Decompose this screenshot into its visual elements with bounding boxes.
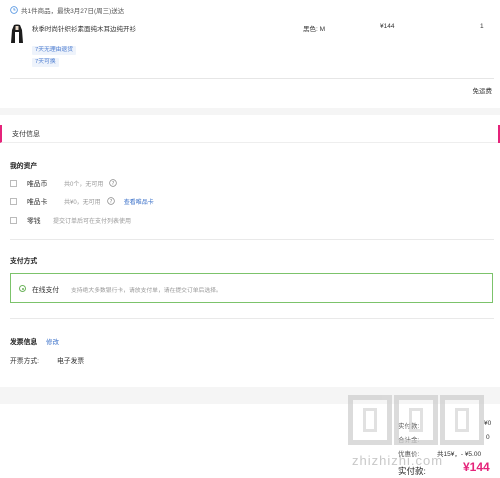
payment-option-desc: 支持绝大多数银行卡，请放支付单，请在提交订单后选择。 (71, 288, 222, 294)
product-thumbnail[interactable] (10, 24, 24, 44)
product-name[interactable]: 秋季时尚针织衫素面纯木耳边纯开衫 (32, 23, 136, 33)
delivery-text: 共1件商品，最快3月27日(周三)送达 (21, 8, 125, 15)
vipcoin-checkbox[interactable] (10, 179, 17, 187)
vipcard-checkbox[interactable] (10, 197, 17, 205)
asset-hint: 共0个，无可用 (64, 181, 104, 188)
product-price: ¥144 (380, 23, 395, 30)
divider (10, 318, 494, 319)
help-icon[interactable]: ? (109, 179, 118, 187)
return-policy-tag: 7天无理由退货 (32, 46, 77, 55)
asset-row-change: 零钱 提交订单后可在支付列表使用 (10, 215, 131, 225)
payment-header: 支付信息 (0, 125, 500, 143)
payment-title: 支付信息 (12, 131, 40, 138)
asset-name: 唯品卡 (27, 199, 48, 206)
total-amount: ¥144 (463, 460, 490, 474)
payment-option-online[interactable]: 在线支付 支持绝大多数银行卡，请放支付单，请在提交订单后选择。 (10, 273, 493, 303)
divider (10, 239, 494, 240)
delivery-info: 共1件商品，最快3月27日(周三)送达 (10, 5, 124, 15)
asset-hint: 提交订单后可在支付列表使用 (53, 218, 132, 225)
exchange-policy-tag: 7天可换 (32, 58, 59, 67)
watermark-glyph (440, 395, 484, 445)
clock-icon (10, 6, 18, 14)
watermark-logo (348, 395, 484, 445)
payment-section: 支付信息 我的资产 唯品币 共0个，无可用 ? 唯品卡 共¥0，无可用 ? 查看… (0, 115, 500, 387)
watermark-text: zhizhizhi.com (352, 453, 444, 468)
asset-row-vipcard: 唯品卡 共¥0，无可用 ? 查看唯品卡 (10, 196, 154, 206)
asset-hint: 共¥0，无可用 (64, 199, 101, 206)
product-quantity: 1 (480, 23, 484, 30)
asset-row-vipcoin: 唯品币 共0个，无可用 ? (10, 178, 118, 188)
view-vipcard-link[interactable]: 查看唯品卡 (124, 197, 154, 206)
asset-name: 唯品币 (27, 181, 48, 188)
svg-text:?: ? (112, 181, 115, 187)
asset-name: 零钱 (27, 218, 41, 225)
watermark-glyph (394, 395, 438, 445)
invoice-type-value: 电子发票 (57, 358, 85, 365)
help-icon[interactable]: ? (106, 197, 115, 205)
summary-value: 0 (486, 434, 490, 441)
invoice-title: 发票信息 (10, 339, 38, 346)
payment-option-label: 在线支付 (32, 287, 60, 294)
invoice-edit-link[interactable]: 修改 (46, 336, 59, 346)
shipping-fee: 免运费 (472, 88, 493, 95)
invoice-type-label: 开票方式: (10, 358, 40, 365)
watermark-glyph (348, 395, 392, 445)
svg-text:?: ? (109, 199, 112, 205)
change-checkbox[interactable] (10, 216, 17, 224)
assets-title: 我的资产 (10, 163, 38, 170)
product-spec: 黑色: M (303, 26, 326, 33)
summary-value: 共15¥，- ¥5.00 (437, 451, 482, 458)
summary-value: ¥0 (484, 420, 492, 427)
payment-method-title: 支付方式 (10, 258, 38, 265)
order-product-section: 共1件商品，最快3月27日(周三)送达 秋季时尚针织衫素面纯木耳边纯开衫 黑色:… (0, 0, 500, 108)
online-pay-radio[interactable] (19, 285, 26, 292)
divider (10, 78, 494, 79)
